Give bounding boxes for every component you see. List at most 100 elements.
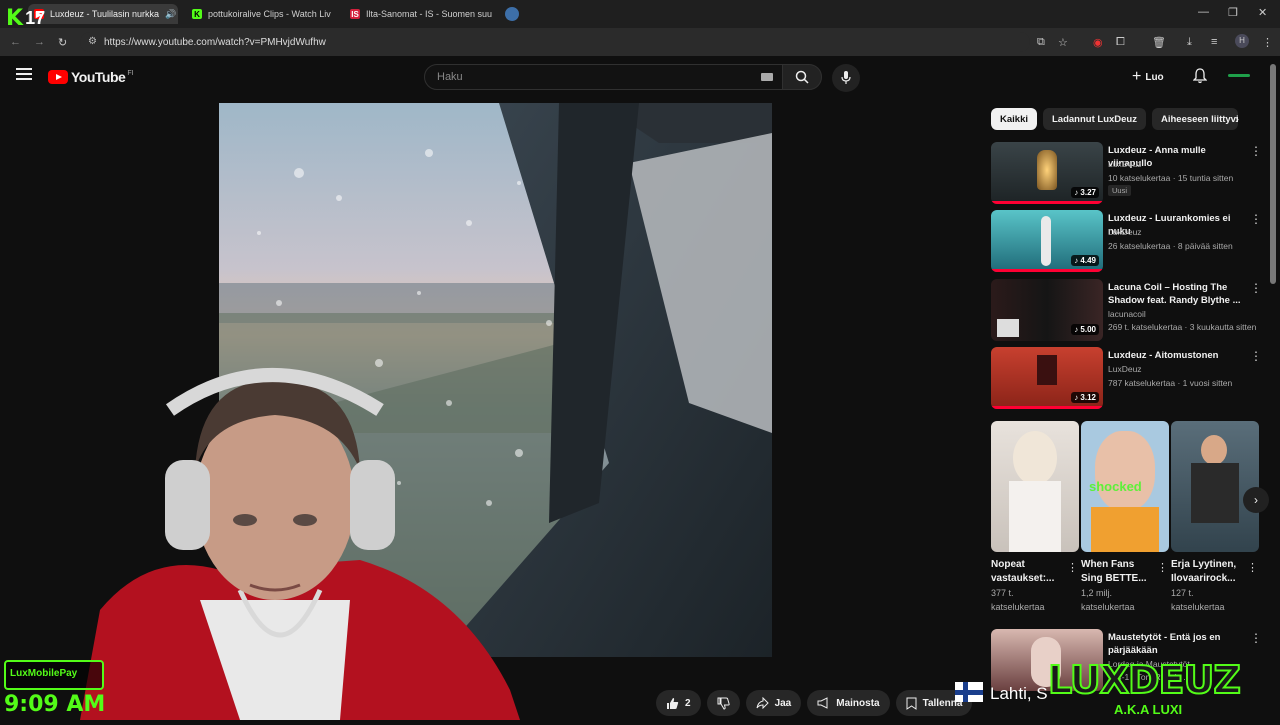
recommendation-item[interactable]: ♪ 5.00 Lacuna Coil – Hosting The Shadow …	[991, 279, 1262, 341]
forward-icon[interactable]: →	[34, 36, 45, 48]
search-input[interactable]: Haku	[424, 64, 786, 90]
profile-avatar[interactable]: H	[1235, 34, 1249, 48]
tab-title: Ilta-Sanomat - IS - Suomen suu	[366, 9, 493, 19]
site-info-icon[interactable]: ⚙	[88, 36, 97, 47]
cast-icon[interactable]: ⧉	[1037, 36, 1045, 49]
share-label: Jaa	[774, 697, 792, 709]
hamburger-menu-icon[interactable]	[16, 68, 32, 80]
short-item[interactable]: Nopeat vastaukset:... 377 t. katselukert…	[991, 421, 1079, 614]
voice-search-button[interactable]	[832, 64, 860, 92]
trash-icon[interactable]: 🗑	[1152, 36, 1166, 49]
thumbs-down-icon	[717, 697, 730, 710]
tab-title: Luxdeuz - Tuulilasin nurkka	[50, 9, 160, 19]
filter-chips: Kaikki Ladannut LuxDeuz Aiheeseen liitty…	[991, 108, 1238, 130]
video-actions-bar: 2 Jaa Mainosta Tallenna	[656, 690, 973, 718]
tab-ilta-sanomat[interactable]: IS Ilta-Sanomat - IS - Suomen suu ✕	[344, 4, 496, 24]
short-title[interactable]: Erja Lyytinen, Ilovaarirock...	[1171, 558, 1247, 586]
scrollbar-thumb[interactable]	[1270, 64, 1276, 284]
search-button[interactable]	[782, 64, 822, 90]
channel-name[interactable]: LuxDeuz	[1108, 364, 1142, 374]
channel-name[interactable]: lacunacoil	[1108, 309, 1146, 319]
channel-name[interactable]: LuxDeuz	[1108, 159, 1142, 169]
close-window-icon[interactable]: ✕	[1258, 6, 1267, 19]
video-title[interactable]: Luxdeuz - Aitomustonen	[1108, 349, 1248, 362]
download-icon[interactable]: ⤓	[1187, 36, 1192, 49]
watch-progress-bar	[991, 201, 1103, 204]
reload-icon[interactable]: ↻	[58, 36, 67, 49]
extension-badge-icon[interactable]: ◉	[1093, 36, 1103, 49]
create-label: Luo	[1145, 71, 1164, 83]
duration-badge: ♪ 3.27	[1071, 187, 1099, 198]
duration-badge: ♪ 4.49	[1071, 255, 1099, 266]
channel-name[interactable]: LuxDeuz	[1108, 227, 1142, 237]
video-thumbnail[interactable]: ♪ 4.49	[991, 210, 1103, 272]
video-thumbnail[interactable]: ♪ 3.12	[991, 347, 1103, 409]
more-options-icon[interactable]: ⋮	[1157, 561, 1168, 574]
tab-pottukoiralive[interactable]: K pottukoiralive Clips - Watch Liv ✕	[186, 4, 338, 24]
youtube-wordmark: YouTube	[71, 69, 126, 85]
short-title[interactable]: When Fans Sing BETTE...	[1081, 558, 1157, 586]
tab-luxdeuz[interactable]: ▶ Luxdeuz - Tuulilasin nurkka 🔊 ✕	[28, 4, 178, 24]
chip-uploaded-by[interactable]: Ladannut LuxDeuz	[1043, 108, 1146, 130]
video-title[interactable]: Maustetytöt - Entä jos en pärjääkään	[1108, 631, 1248, 657]
video-thumbnail[interactable]: ♪ 5.00	[991, 279, 1103, 341]
speaker-icon[interactable]: 🔊	[165, 9, 176, 20]
page-scrollbar[interactable]	[1270, 64, 1276, 704]
video-title[interactable]: Lacuna Coil – Hosting The Shadow feat. R…	[1108, 281, 1248, 307]
more-options-icon[interactable]: ⋮	[1067, 561, 1078, 574]
mobilepay-overlay: LuxMobilePay 9:09 AM	[0, 660, 110, 720]
short-item[interactable]: Erja Lyytinen, Ilovaarirock... 127 t. ka…	[1171, 421, 1259, 614]
back-icon[interactable]: ←	[10, 36, 21, 48]
keyboard-icon[interactable]	[761, 73, 773, 81]
microphone-icon	[841, 71, 851, 84]
chip-all[interactable]: Kaikki	[991, 108, 1037, 130]
promote-button[interactable]: Mainosta	[807, 690, 890, 716]
youtube-header: YouTube FI Haku + Luo	[0, 56, 1268, 98]
new-tab-button[interactable]	[505, 7, 519, 21]
bookmark-star-icon[interactable]: ☆	[1058, 36, 1068, 49]
short-thumbnail[interactable]: shocked	[1081, 421, 1169, 552]
maximize-icon[interactable]: ❐	[1228, 6, 1238, 19]
short-thumbnail[interactable]	[991, 421, 1079, 552]
reading-list-icon[interactable]: ≡	[1211, 36, 1217, 48]
create-button[interactable]: + Luo	[1132, 68, 1164, 86]
youtube-play-icon	[48, 70, 68, 84]
url-field[interactable]: ⚙ https://www.youtube.com/watch?v=PMHvjd…	[80, 32, 1030, 52]
more-options-icon[interactable]: ⋮	[1250, 281, 1262, 295]
minimize-icon[interactable]: —	[1198, 6, 1209, 18]
browser-menu-icon[interactable]: ⋮	[1262, 36, 1273, 49]
more-options-icon[interactable]: ⋮	[1250, 212, 1262, 226]
extensions-icon[interactable]: ⧠	[1116, 36, 1125, 49]
short-title[interactable]: Nopeat vastaukset:...	[991, 558, 1067, 586]
video-thumbnail[interactable]: ♪ 3.27	[991, 142, 1103, 204]
shorts-next-button[interactable]: ›	[1243, 487, 1269, 513]
more-options-icon[interactable]: ⋮	[1247, 561, 1258, 574]
webcam-overlay-image	[40, 360, 540, 720]
watch-progress-bar	[991, 406, 1103, 409]
like-count: 2	[685, 697, 691, 709]
share-button[interactable]: Jaa	[745, 690, 802, 716]
account-avatar[interactable]	[1228, 74, 1250, 77]
thumbs-up-icon	[667, 697, 679, 709]
more-options-icon[interactable]: ⋮	[1250, 349, 1262, 363]
more-options-icon[interactable]: ⋮	[1250, 631, 1262, 645]
recommendation-item[interactable]: ♪ 3.27 Luxdeuz - Anna mulle viinapullo L…	[991, 142, 1262, 204]
short-thumbnail[interactable]	[1171, 421, 1259, 552]
luxdeuz-logo: LUXDEUZ A.K.A LUXI	[1044, 656, 1280, 720]
address-bar-row: ← → ↻ ⚙ https://www.youtube.com/watch?v=…	[0, 28, 1280, 56]
watch-progress-bar	[991, 269, 1103, 272]
dislike-button[interactable]	[706, 690, 740, 716]
more-options-icon[interactable]: ⋮	[1250, 144, 1262, 158]
finland-flag-icon	[955, 682, 983, 702]
like-button[interactable]: 2	[656, 690, 701, 716]
notifications-bell-icon[interactable]	[1192, 68, 1208, 89]
url-text: https://www.youtube.com/watch?v=PMHvjdWu…	[104, 36, 326, 48]
chevron-right-icon[interactable]: ›	[1235, 112, 1239, 126]
new-badge: Uusi	[1108, 185, 1132, 196]
youtube-logo[interactable]: YouTube FI	[48, 69, 134, 85]
recommendation-item[interactable]: ♪ 4.49 Luxdeuz - Luurankomies ei nuku Lu…	[991, 210, 1262, 272]
short-item[interactable]: shocked When Fans Sing BETTE... 1,2 milj…	[1081, 421, 1169, 614]
promote-label: Mainosta	[836, 697, 880, 709]
chip-related[interactable]: Aiheeseen liittyviä	[1151, 108, 1238, 130]
recommendation-item[interactable]: ♪ 3.12 Luxdeuz - Aitomustonen LuxDeuz 78…	[991, 347, 1262, 409]
